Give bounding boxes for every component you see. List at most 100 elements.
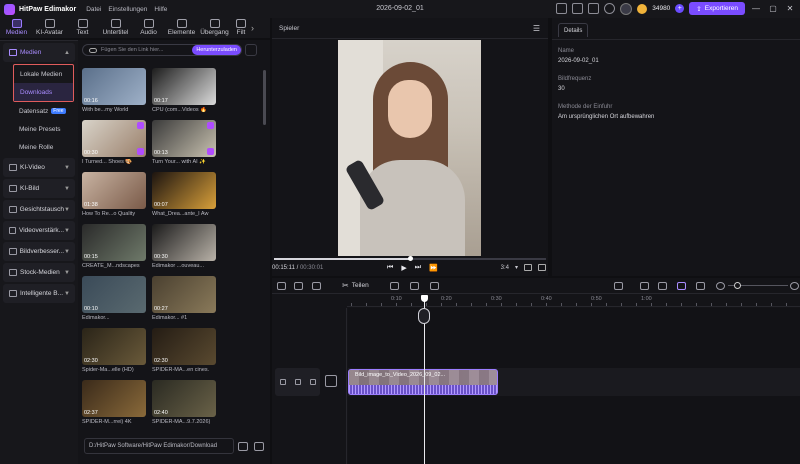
tab-ai-avatar[interactable]: KI-Avatar <box>33 18 66 38</box>
previous-frame-icon[interactable]: ⏮ <box>387 264 393 272</box>
link-clip-icon[interactable] <box>640 282 649 290</box>
tab-text[interactable]: Text <box>66 18 99 38</box>
media-item[interactable]: 02:30 SPIDER-MA...en cines. <box>152 328 216 373</box>
shield-icon[interactable] <box>390 282 399 290</box>
menu-settings[interactable]: Einstellungen <box>108 6 147 13</box>
progress-knob[interactable] <box>408 256 413 261</box>
media-item[interactable]: 00:30 Edimakor ...ouveau... <box>152 224 216 269</box>
chevron-down-icon[interactable]: ▾ <box>515 264 518 271</box>
zoom-knob[interactable] <box>734 282 741 289</box>
media-thumbnail[interactable]: 00:30 <box>152 224 216 261</box>
notification-icon[interactable] <box>604 3 616 14</box>
crop-icon[interactable] <box>430 282 439 290</box>
zoom-in-icon[interactable] <box>790 282 799 290</box>
export-button[interactable]: ⇪ Exportieren <box>689 2 745 15</box>
microphone-icon[interactable] <box>614 282 623 290</box>
media-thumbnail[interactable]: 02:40 <box>152 380 216 417</box>
nav-downloads[interactable]: Downloads <box>14 83 73 101</box>
text-tool-icon[interactable] <box>410 282 419 290</box>
media-thumbnail[interactable]: 02:37 <box>82 380 146 417</box>
media-thumbnail[interactable]: 00:15 <box>82 224 146 261</box>
play-icon[interactable]: ▶ <box>401 264 406 272</box>
media-item[interactable]: 00:16 With be...my World <box>82 68 146 113</box>
media-thumbnail[interactable]: 00:16 <box>82 68 146 105</box>
player-progress-bar[interactable] <box>274 256 546 261</box>
menu-file[interactable]: Datei <box>86 6 101 13</box>
playhead-split-button[interactable] <box>418 308 430 324</box>
aspect-ratio-select[interactable]: 3:4 <box>501 265 509 271</box>
nav-roles[interactable]: Meine Rolle <box>0 138 78 156</box>
split-screen-icon[interactable] <box>658 282 667 290</box>
magnet-icon[interactable] <box>677 282 686 290</box>
add-credits-button[interactable]: + <box>675 4 685 13</box>
lock-icon[interactable] <box>279 379 286 385</box>
video-preview[interactable] <box>338 40 481 256</box>
tab-subtitle[interactable]: Untertitel <box>99 18 132 38</box>
media-item[interactable]: 00:13 Turn Your... with AI ✨ <box>152 120 216 165</box>
menu-icon[interactable]: ☰ <box>533 24 540 33</box>
nav-section-ai-video[interactable]: KI-Video ▼ <box>3 158 75 177</box>
tab-filter[interactable]: Filt <box>231 18 251 38</box>
feedback-icon[interactable] <box>588 3 600 14</box>
tab-elements[interactable]: Elemente <box>165 18 198 38</box>
next-frame-icon[interactable]: ⏭ <box>415 264 421 272</box>
link-input[interactable]: Fügen Sie den Link hier... Herunterzulad… <box>82 44 242 56</box>
nav-section-face-swap[interactable]: Gesichtstausch ▼ <box>3 200 75 219</box>
media-thumbnail[interactable]: 00:10 <box>82 276 146 313</box>
media-item[interactable]: 01:38 How To Re...o Quality <box>82 172 146 217</box>
timeline-ruler[interactable]: 0:10 0:20 0:30 0:40 0:50 1:00 <box>347 295 800 307</box>
chevron-right-icon[interactable]: › <box>251 18 261 38</box>
maximize-icon[interactable]: ▢ <box>767 4 779 13</box>
media-item[interactable]: 00:27 Edimakor... #1 <box>152 276 216 321</box>
nav-section-smart[interactable]: Intelligente B... ▼ <box>3 284 75 303</box>
media-thumbnail[interactable]: 00:13 <box>152 120 216 157</box>
edit-path-icon[interactable] <box>254 442 264 451</box>
nav-section-media[interactable]: Medien ▲ <box>3 43 75 62</box>
fullscreen-icon[interactable] <box>538 264 546 271</box>
download-button[interactable]: Herunterzuladen <box>192 45 241 55</box>
delete-icon[interactable] <box>312 282 321 290</box>
minimize-icon[interactable]: — <box>750 4 762 13</box>
media-item[interactable]: 02:37 SPIDER-M...rrei) 4K <box>82 380 146 425</box>
media-thumbnail[interactable]: 00:07 <box>152 172 216 209</box>
media-thumbnail[interactable]: 02:30 <box>82 328 146 365</box>
menu-help[interactable]: Hilfe <box>154 6 167 13</box>
cover-image-icon[interactable] <box>325 375 337 387</box>
media-scrollbar[interactable] <box>263 70 266 125</box>
media-thumbnail[interactable]: 00:27 <box>152 276 216 313</box>
tutorial-icon[interactable] <box>556 3 568 14</box>
media-thumbnail[interactable]: 00:30 <box>82 120 146 157</box>
sort-icon[interactable] <box>245 44 257 56</box>
close-icon[interactable]: ✕ <box>784 4 796 13</box>
snapshot-icon[interactable] <box>524 264 532 271</box>
nav-section-video-enhancer[interactable]: Videoverstärk... ▼ <box>3 221 75 240</box>
user-avatar[interactable] <box>620 2 633 15</box>
visibility-icon[interactable] <box>294 379 301 385</box>
media-item[interactable]: 00:15 CREATE_M...ndscapes <box>82 224 146 269</box>
media-item[interactable]: 02:30 Spider-Ma...elle (HD) <box>82 328 146 373</box>
media-item[interactable]: 02:40 SPIDER-MA...9.7.2026) <box>152 380 216 425</box>
tab-audio[interactable]: Audio <box>132 18 165 38</box>
tab-details[interactable]: Details <box>558 23 589 37</box>
nav-section-image-enhancer[interactable]: Bildverbesser... ▼ <box>3 242 75 261</box>
media-thumbnail[interactable]: 00:17 <box>152 68 216 105</box>
media-item[interactable]: 00:10 Edimakor... <box>82 276 146 321</box>
preview-icon[interactable] <box>696 282 705 290</box>
media-item[interactable]: 00:30 I Turned... Shoes 🎨 <box>82 120 146 165</box>
undo-icon[interactable] <box>277 282 286 290</box>
media-thumbnail[interactable]: 01:38 <box>82 172 146 209</box>
tab-transition[interactable]: Übergang <box>198 18 231 38</box>
zoom-out-icon[interactable] <box>716 282 725 290</box>
folder-open-icon[interactable] <box>238 442 248 451</box>
message-icon[interactable] <box>572 3 584 14</box>
video-clip[interactable]: Bild_image_to_Video_2026_09_02... <box>348 369 498 395</box>
mute-icon[interactable] <box>309 379 316 385</box>
media-item[interactable]: 00:17 CPU (com...Videos 🔥 <box>152 68 216 113</box>
tab-media[interactable]: Medien <box>0 18 33 38</box>
media-item[interactable]: 00:07 What_Drea...ante_I Aw <box>152 172 216 217</box>
fast-forward-icon[interactable]: ⏩ <box>429 264 438 272</box>
nav-section-ai-image[interactable]: KI-Bild ▼ <box>3 179 75 198</box>
playhead-knob[interactable] <box>421 295 428 302</box>
zoom-slider[interactable] <box>728 282 788 289</box>
nav-presets[interactable]: Meine Presets <box>0 120 78 138</box>
